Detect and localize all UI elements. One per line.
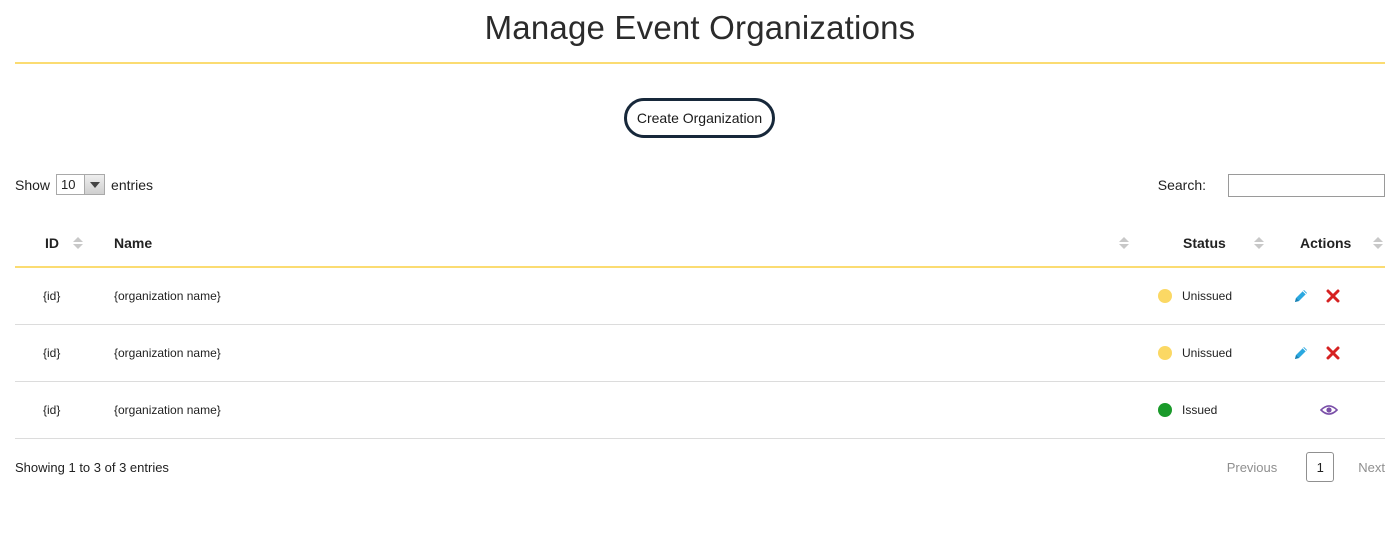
close-icon[interactable] <box>1324 287 1342 305</box>
column-header-status-label: Status <box>1183 235 1226 251</box>
pagination: Previous 1 Next <box>1227 452 1385 482</box>
entries-select-value: 10 <box>61 177 76 192</box>
table-header-row: ID Name Status Actions <box>15 219 1385 268</box>
sort-icon[interactable] <box>73 237 83 250</box>
show-label: Show <box>15 176 51 193</box>
column-header-status[interactable]: Status <box>1134 219 1269 268</box>
pencil-icon[interactable] <box>1292 287 1310 305</box>
status-label: Issued <box>1182 403 1218 417</box>
cell-actions <box>1269 267 1385 325</box>
table-row: {id} {organization name} Unissued <box>15 267 1385 325</box>
page-button-current[interactable]: 1 <box>1306 452 1335 482</box>
search-label: Search: <box>1157 177 1206 193</box>
status-label: Unissued <box>1182 289 1233 303</box>
status-dot <box>1158 403 1172 417</box>
chevron-down-icon[interactable] <box>84 175 105 194</box>
page-title: Manage Event Organizations <box>484 9 916 46</box>
pencil-icon[interactable] <box>1292 344 1310 362</box>
cell-name: {organization name} <box>114 381 1134 439</box>
cell-id: {id} <box>15 381 114 439</box>
entries-label: entries <box>111 176 154 193</box>
sort-icon[interactable] <box>1373 237 1383 250</box>
entries-length-control: Show 10 entries <box>15 173 153 196</box>
search-input[interactable] <box>1228 173 1385 197</box>
title-divider <box>15 62 1385 64</box>
sort-icon[interactable] <box>1254 237 1264 250</box>
column-header-id[interactable]: ID <box>15 219 114 268</box>
previous-page-button[interactable]: Previous <box>1227 460 1278 475</box>
cell-name: {organization name} <box>114 267 1134 325</box>
cell-id: {id} <box>15 324 114 382</box>
table-row: {id} {organization name} Issued <box>15 381 1385 439</box>
create-organization-button[interactable]: Create Organization <box>624 98 775 138</box>
organizations-table: ID Name Status Actions {id} {organizatio… <box>15 219 1385 439</box>
column-header-actions-label: Actions <box>1300 235 1352 251</box>
cell-actions <box>1269 381 1385 439</box>
eye-icon[interactable] <box>1320 401 1338 419</box>
table-info: Showing 1 to 3 of 3 entries <box>15 460 169 475</box>
status-dot <box>1158 289 1172 303</box>
cell-actions <box>1269 324 1385 382</box>
cell-status: Unissued <box>1134 324 1269 382</box>
page: Manage Event Organizations Create Organi… <box>15 0 1385 558</box>
cell-id: {id} <box>15 267 114 325</box>
column-header-actions[interactable]: Actions <box>1269 219 1385 268</box>
column-header-id-label: ID <box>45 235 59 251</box>
next-page-button[interactable]: Next <box>1358 460 1385 475</box>
search-control: Search: <box>1158 173 1385 197</box>
column-header-name[interactable]: Name <box>114 219 1134 268</box>
cell-status: Issued <box>1134 381 1269 439</box>
entries-select[interactable]: 10 <box>56 174 106 195</box>
cell-status: Unissued <box>1134 267 1269 325</box>
column-header-name-label: Name <box>114 235 153 251</box>
cell-name: {organization name} <box>114 324 1134 382</box>
sort-icon[interactable] <box>1119 237 1129 250</box>
close-icon[interactable] <box>1324 344 1342 362</box>
status-label: Unissued <box>1182 346 1233 360</box>
status-dot <box>1158 346 1172 360</box>
table-row: {id} {organization name} Unissued <box>15 324 1385 382</box>
